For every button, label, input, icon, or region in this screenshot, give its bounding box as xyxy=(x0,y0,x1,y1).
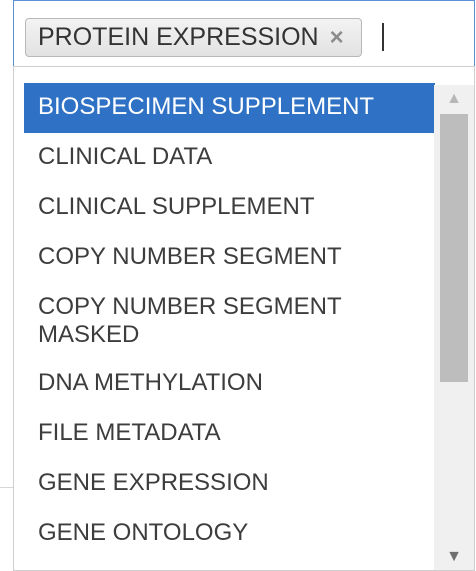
option-copy-number-segment[interactable]: COPY NUMBER SEGMENT xyxy=(24,233,435,283)
selected-option-chip: PROTEIN EXPRESSION × xyxy=(25,18,362,57)
scrollbar-thumb[interactable] xyxy=(440,114,468,382)
option-gene-ontology[interactable]: GENE ONTOLOGY xyxy=(24,509,435,559)
option-biospecimen-supplement[interactable]: BIOSPECIMEN SUPPLEMENT xyxy=(24,83,435,133)
option-clinical-supplement[interactable]: CLINICAL SUPPLEMENT xyxy=(24,183,435,233)
text-cursor xyxy=(382,23,384,51)
options-list: BIOSPECIMEN SUPPLEMENT CLINICAL DATA CLI… xyxy=(24,83,435,559)
multiselect-input[interactable]: PROTEIN EXPRESSION × xyxy=(13,0,475,66)
left-divider-line xyxy=(0,487,13,488)
option-file-metadata[interactable]: FILE METADATA xyxy=(24,409,435,459)
option-dna-methylation[interactable]: DNA METHYLATION xyxy=(24,359,435,409)
options-dropdown[interactable]: BIOSPECIMEN SUPPLEMENT CLINICAL DATA CLI… xyxy=(13,66,475,571)
option-gene-expression[interactable]: GENE EXPRESSION xyxy=(24,459,435,509)
option-copy-number-segment-masked[interactable]: COPY NUMBER SEGMENT MASKED xyxy=(24,283,435,359)
multiselect-page: PROTEIN EXPRESSION × BIOSPECIMEN SUPPLEM… xyxy=(0,0,476,571)
selected-option-label: PROTEIN EXPRESSION xyxy=(38,23,319,51)
dropdown-scrollbar[interactable]: ▲ ▼ xyxy=(434,85,474,570)
remove-selected-option-icon[interactable]: × xyxy=(327,25,347,49)
scroll-up-arrow-icon[interactable]: ▲ xyxy=(434,85,474,113)
option-clinical-data[interactable]: CLINICAL DATA xyxy=(24,133,435,183)
scroll-down-arrow-icon[interactable]: ▼ xyxy=(434,543,474,570)
